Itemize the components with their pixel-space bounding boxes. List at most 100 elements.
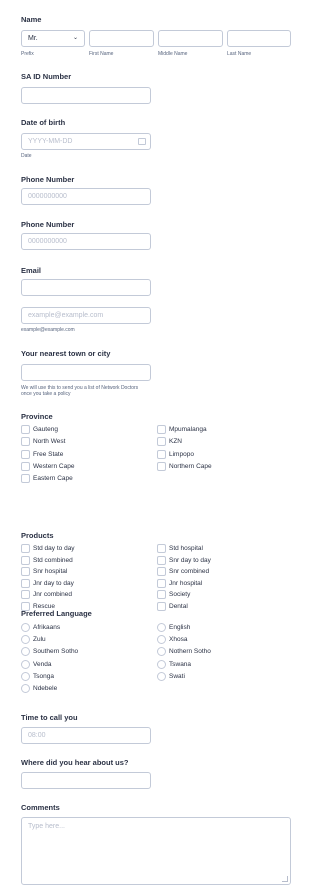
products-option-label: Std day to day: [33, 545, 75, 552]
checkbox[interactable]: [157, 425, 166, 434]
time-input[interactable]: 08:00: [21, 727, 151, 744]
products-option[interactable]: Std combined: [21, 555, 141, 565]
products-option[interactable]: Std day to day: [21, 544, 141, 553]
province-option[interactable]: Free State: [21, 449, 141, 459]
products-option[interactable]: Dental: [157, 602, 277, 611]
sa-id-input[interactable]: [21, 87, 151, 104]
phone-input-2[interactable]: 0000000000: [21, 233, 151, 250]
province-option-label: Gauteng: [33, 426, 58, 433]
comments-textarea[interactable]: Type here...: [21, 817, 291, 885]
radio-button[interactable]: [21, 659, 30, 669]
radio-button[interactable]: [21, 647, 30, 657]
language-option[interactable]: Zulu: [21, 635, 141, 645]
language-option[interactable]: English: [157, 623, 277, 632]
first-name-input[interactable]: [89, 30, 154, 47]
products-option[interactable]: Snr day to day: [157, 555, 277, 565]
radio-button[interactable]: [21, 635, 30, 645]
radio-button[interactable]: [157, 623, 166, 632]
checkbox[interactable]: [157, 461, 166, 471]
province-option-label: KZN: [169, 438, 182, 446]
language-option[interactable]: Nothern Sotho: [157, 647, 277, 657]
checkbox[interactable]: [21, 437, 30, 447]
products-option[interactable]: Society: [157, 590, 277, 600]
checkbox[interactable]: [21, 555, 30, 565]
language-option[interactable]: Southern Sotho: [21, 647, 141, 657]
checkbox[interactable]: [21, 474, 30, 484]
town-input[interactable]: [21, 364, 151, 381]
checkbox[interactable]: [21, 578, 30, 588]
province-option[interactable]: KZN: [157, 437, 277, 447]
dob-input[interactable]: YYYY-MM-DD: [21, 133, 151, 150]
last-name-input[interactable]: [227, 30, 291, 47]
time-label: Time to call you: [21, 713, 78, 722]
products-option[interactable]: Std hospital: [157, 544, 277, 553]
products-option[interactable]: Snr hospital: [21, 567, 141, 577]
province-option[interactable]: North West: [21, 437, 141, 447]
language-option[interactable]: Xhosa: [157, 635, 277, 645]
checkbox[interactable]: [21, 544, 30, 553]
province-option[interactable]: Eastern Cape: [21, 474, 141, 484]
dob-sublabel: Date: [21, 153, 32, 159]
checkbox[interactable]: [21, 590, 30, 600]
radio-button[interactable]: [157, 635, 166, 645]
radio-button[interactable]: [157, 647, 166, 657]
products-option[interactable]: Snr combined: [157, 567, 277, 577]
checkbox[interactable]: [21, 567, 30, 577]
language-option[interactable]: Venda: [21, 659, 141, 669]
radio-button[interactable]: [157, 671, 166, 681]
hear-input[interactable]: [21, 772, 151, 789]
last-name-sublabel: Last Name: [227, 51, 252, 57]
checkbox[interactable]: [21, 461, 30, 471]
products-option[interactable]: Jnr day to day: [21, 578, 141, 588]
radio-button[interactable]: [21, 623, 30, 632]
checkbox[interactable]: [157, 578, 166, 588]
province-option[interactable]: Mpumalanga: [157, 425, 277, 434]
language-option-label: Afrikaans: [33, 624, 61, 631]
radio-button[interactable]: [157, 659, 166, 669]
prefix-select[interactable]: Mr. ⌄: [21, 30, 85, 47]
checkbox[interactable]: [21, 449, 30, 459]
province-option[interactable]: Limpopo: [157, 449, 277, 459]
products-option[interactable]: Jnr combined: [21, 590, 141, 600]
middle-name-input[interactable]: [158, 30, 223, 47]
province-option[interactable]: Northern Cape: [157, 461, 277, 471]
province-option[interactable]: Gauteng: [21, 425, 141, 434]
email-sublabel: example@example.com: [21, 327, 75, 333]
checkbox[interactable]: [157, 602, 166, 611]
province-option-label: North West: [33, 438, 66, 446]
email-label: Email: [21, 266, 42, 275]
time-placeholder: 08:00: [28, 732, 46, 739]
language-option[interactable]: Tsonga: [21, 671, 141, 681]
comments-placeholder: Type here...: [28, 823, 65, 830]
email-input-2[interactable]: example@example.com: [21, 307, 151, 324]
checkbox[interactable]: [157, 437, 166, 447]
province-option-label: Eastern Cape: [33, 475, 73, 483]
products-option[interactable]: Jnr hospital: [157, 578, 277, 588]
resize-handle[interactable]: [282, 876, 288, 882]
products-option-label: Std combined: [33, 556, 73, 564]
products-option-label: Std hospital: [169, 545, 203, 552]
phone-input-1[interactable]: 0000000000: [21, 188, 151, 205]
checkbox[interactable]: [157, 555, 166, 565]
email-input-1[interactable]: [21, 279, 151, 296]
town-label: Your nearest town or city: [21, 349, 111, 358]
language-option[interactable]: Tswana: [157, 659, 277, 669]
checkbox[interactable]: [157, 544, 166, 553]
checkbox[interactable]: [157, 567, 166, 577]
language-option[interactable]: Swati: [157, 671, 277, 681]
language-option-label: Tsonga: [33, 672, 54, 680]
products-option-label: Snr day to day: [169, 556, 211, 564]
language-label: Preferred Language: [21, 609, 92, 618]
checkbox[interactable]: [157, 590, 166, 600]
calendar-icon[interactable]: [138, 138, 146, 145]
checkbox[interactable]: [21, 425, 30, 434]
checkbox[interactable]: [157, 449, 166, 459]
language-option[interactable]: Afrikaans: [21, 623, 141, 632]
language-option[interactable]: Ndebele: [21, 684, 141, 693]
radio-button[interactable]: [21, 684, 30, 693]
hear-label: Where did you hear about us?: [21, 758, 129, 767]
radio-button[interactable]: [21, 671, 30, 681]
province-option[interactable]: Western Cape: [21, 461, 141, 471]
registration-form: Name Mr. ⌄ Prefix First Name Middle Name…: [0, 0, 310, 895]
products-option-label: Jnr day to day: [33, 579, 74, 587]
